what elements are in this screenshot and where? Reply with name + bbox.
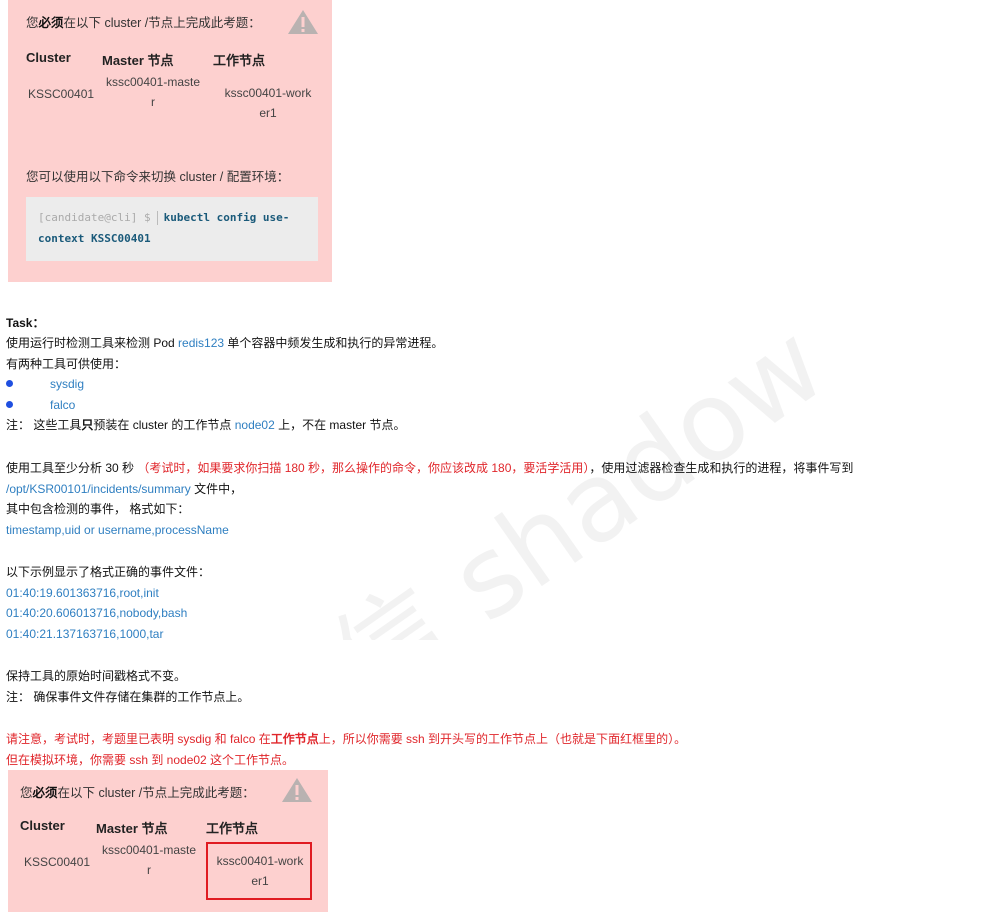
cluster-info-box: 您必须在以下 cluster /节点上完成此考题： Cluster Master…: [8, 0, 332, 282]
worker-node-highlight: [206, 842, 312, 900]
example-intro: 以下示例显示了格式正确的事件文件：: [6, 565, 211, 579]
output-path: /opt/KSR00101/incidents/summary: [6, 482, 191, 496]
cluster-name: KSSC00401: [28, 87, 95, 101]
bullet-icon: [6, 380, 13, 387]
example-line-2: 01:40:20.606013716,nobody,bash: [6, 606, 188, 620]
exam-warning-2: 但在模拟环境，你需要 ssh 到 node02 这个工作节点。: [6, 753, 295, 767]
col-header-worker: 工作节点: [206, 821, 259, 836]
task-line1: 使用运行时检测工具来检测 Pod redis123 单个容器中频发生成和执行的异…: [6, 336, 444, 350]
bullet-icon: [6, 401, 13, 408]
task-title: Task：: [6, 316, 45, 330]
switch-context-text: 您可以使用以下命令来切换 cluster / 配置环境：: [26, 170, 290, 184]
exam-warning-1: 请注意，考试时，考题里已表明 sysdig 和 falco 在工作节点上，所以你…: [6, 732, 687, 746]
master-node: kssc00401-maste r: [105, 75, 201, 109]
col-header-master: Master 节点: [96, 821, 168, 836]
col-header-worker: 工作节点: [213, 53, 266, 68]
cluster-name: KSSC00401: [24, 855, 91, 869]
analyze-line: 使用工具至少分析 30 秒 （考试时，如果要求你扫描 180 秒，那么操作的命令…: [6, 461, 854, 475]
master-node: kssc00401-maste r: [101, 843, 197, 877]
shell-prompt: [candidate@cli] $: [38, 211, 151, 224]
col-header-master: Master 节点: [102, 53, 174, 68]
warning-icon: [288, 10, 318, 34]
tool-sysdig: sysdig: [50, 377, 85, 391]
warning-icon: [282, 778, 312, 802]
col-header-cluster: Cluster: [26, 50, 71, 65]
note-preinstalled: 注： 这些工具只预装在 cluster 的工作节点 node02 上，不在 ma…: [6, 418, 406, 432]
command-box[interactable]: [candidate@cli] $ kubectl config use- con…: [26, 197, 318, 261]
command-part1: kubectl config use-: [163, 211, 290, 224]
pod-name: redis123: [178, 336, 225, 350]
note-store-worker: 注： 确保事件文件存储在集群的工作节点上。: [6, 690, 250, 704]
output-path-line: /opt/KSR00101/incidents/summary 文件中，: [6, 482, 243, 496]
format-spec: timestamp,uid or username,processName: [6, 523, 229, 537]
format-intro: 其中包含检测的事件， 格式如下：: [6, 502, 190, 516]
keep-timestamp: 保持工具的原始时间戳格式不变。: [6, 669, 187, 683]
node-name: node02: [234, 418, 275, 432]
command-part2: context KSSC00401: [38, 232, 151, 245]
tool-falco: falco: [50, 398, 76, 412]
prompt-separator: [156, 211, 158, 225]
example-line-1: 01:40:19.601363716,root,init: [6, 586, 159, 600]
task-line2: 有两种工具可供使用：: [6, 357, 127, 371]
cluster-intro: 您必须在以下 cluster /节点上完成此考题：: [20, 786, 255, 800]
cluster-intro: 您必须在以下 cluster /节点上完成此考题：: [26, 16, 261, 30]
worker-node: kssc00401-work er1: [224, 86, 312, 120]
col-header-cluster: Cluster: [20, 818, 65, 833]
example-line-3: 01:40:21.137163716,1000,tar: [6, 627, 164, 641]
